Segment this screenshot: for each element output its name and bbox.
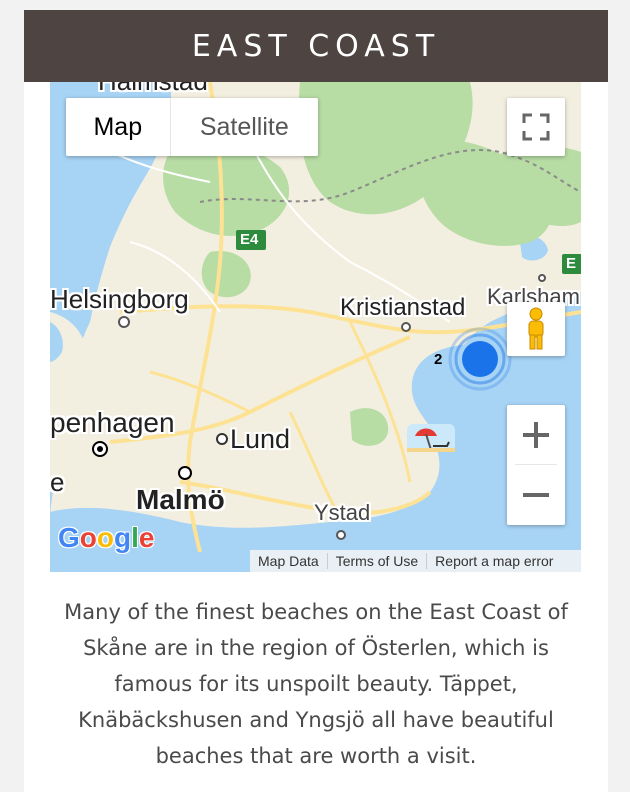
- logo-letter: l: [131, 522, 139, 553]
- terms-of-use-link[interactable]: Terms of Use: [328, 553, 428, 569]
- logo-letter: G: [58, 522, 80, 553]
- e-road-label: E: [566, 255, 577, 272]
- zoom-control: [507, 405, 565, 525]
- description-text: Many of the finest beaches on the East C…: [64, 600, 568, 768]
- map-label-ystad: Ystad: [314, 500, 371, 525]
- zoom-in-button[interactable]: [507, 405, 565, 465]
- location-marker-icon[interactable]: [448, 327, 512, 391]
- e4-road-label: E4: [240, 231, 259, 248]
- google-map[interactable]: Halmstad E4 E Helsingborg Kristianstad K…: [50, 82, 581, 572]
- map-label-kristianstad: Kristianstad: [340, 294, 466, 321]
- fullscreen-button[interactable]: [507, 98, 565, 156]
- report-map-error-link[interactable]: Report a map error: [427, 553, 561, 569]
- street-view-button[interactable]: [507, 302, 565, 356]
- map-attribution: Map Data Terms of Use Report a map error: [250, 550, 581, 572]
- map-label-malmo: Malmö: [136, 484, 225, 515]
- zoom-out-button[interactable]: [507, 465, 565, 525]
- cluster-count: 2: [434, 351, 443, 368]
- map-label-helsingborg: Helsingborg: [50, 284, 189, 314]
- map-label-copenhagen: penhagen: [50, 407, 175, 438]
- pegman-icon: [528, 307, 544, 350]
- logo-letter: g: [114, 522, 132, 553]
- logo-letter: e: [138, 522, 155, 553]
- zoom-out-icon: [523, 493, 549, 497]
- map-label-halmstad: Halmstad: [98, 82, 208, 97]
- map-label-lund: Lund: [230, 424, 291, 454]
- map-type-satellite-button[interactable]: Satellite: [169, 98, 318, 156]
- map-data-link[interactable]: Map Data: [250, 553, 328, 569]
- beach-marker-icon[interactable]: [407, 420, 455, 456]
- logo-letter: o: [79, 522, 97, 553]
- map-label-edge-e: e: [50, 467, 65, 497]
- content-card: EAST COAST E4 E Helsingborg Kristianstad…: [24, 10, 608, 792]
- fullscreen-icon: [522, 113, 550, 141]
- logo-letter: o: [96, 522, 114, 553]
- section-title: EAST COAST: [24, 10, 608, 82]
- map-type-map-button[interactable]: Map: [66, 98, 170, 156]
- zoom-in-icon: [523, 422, 549, 448]
- map-type-control: Map Satellite: [66, 98, 318, 156]
- google-logo[interactable]: Google: [58, 522, 154, 554]
